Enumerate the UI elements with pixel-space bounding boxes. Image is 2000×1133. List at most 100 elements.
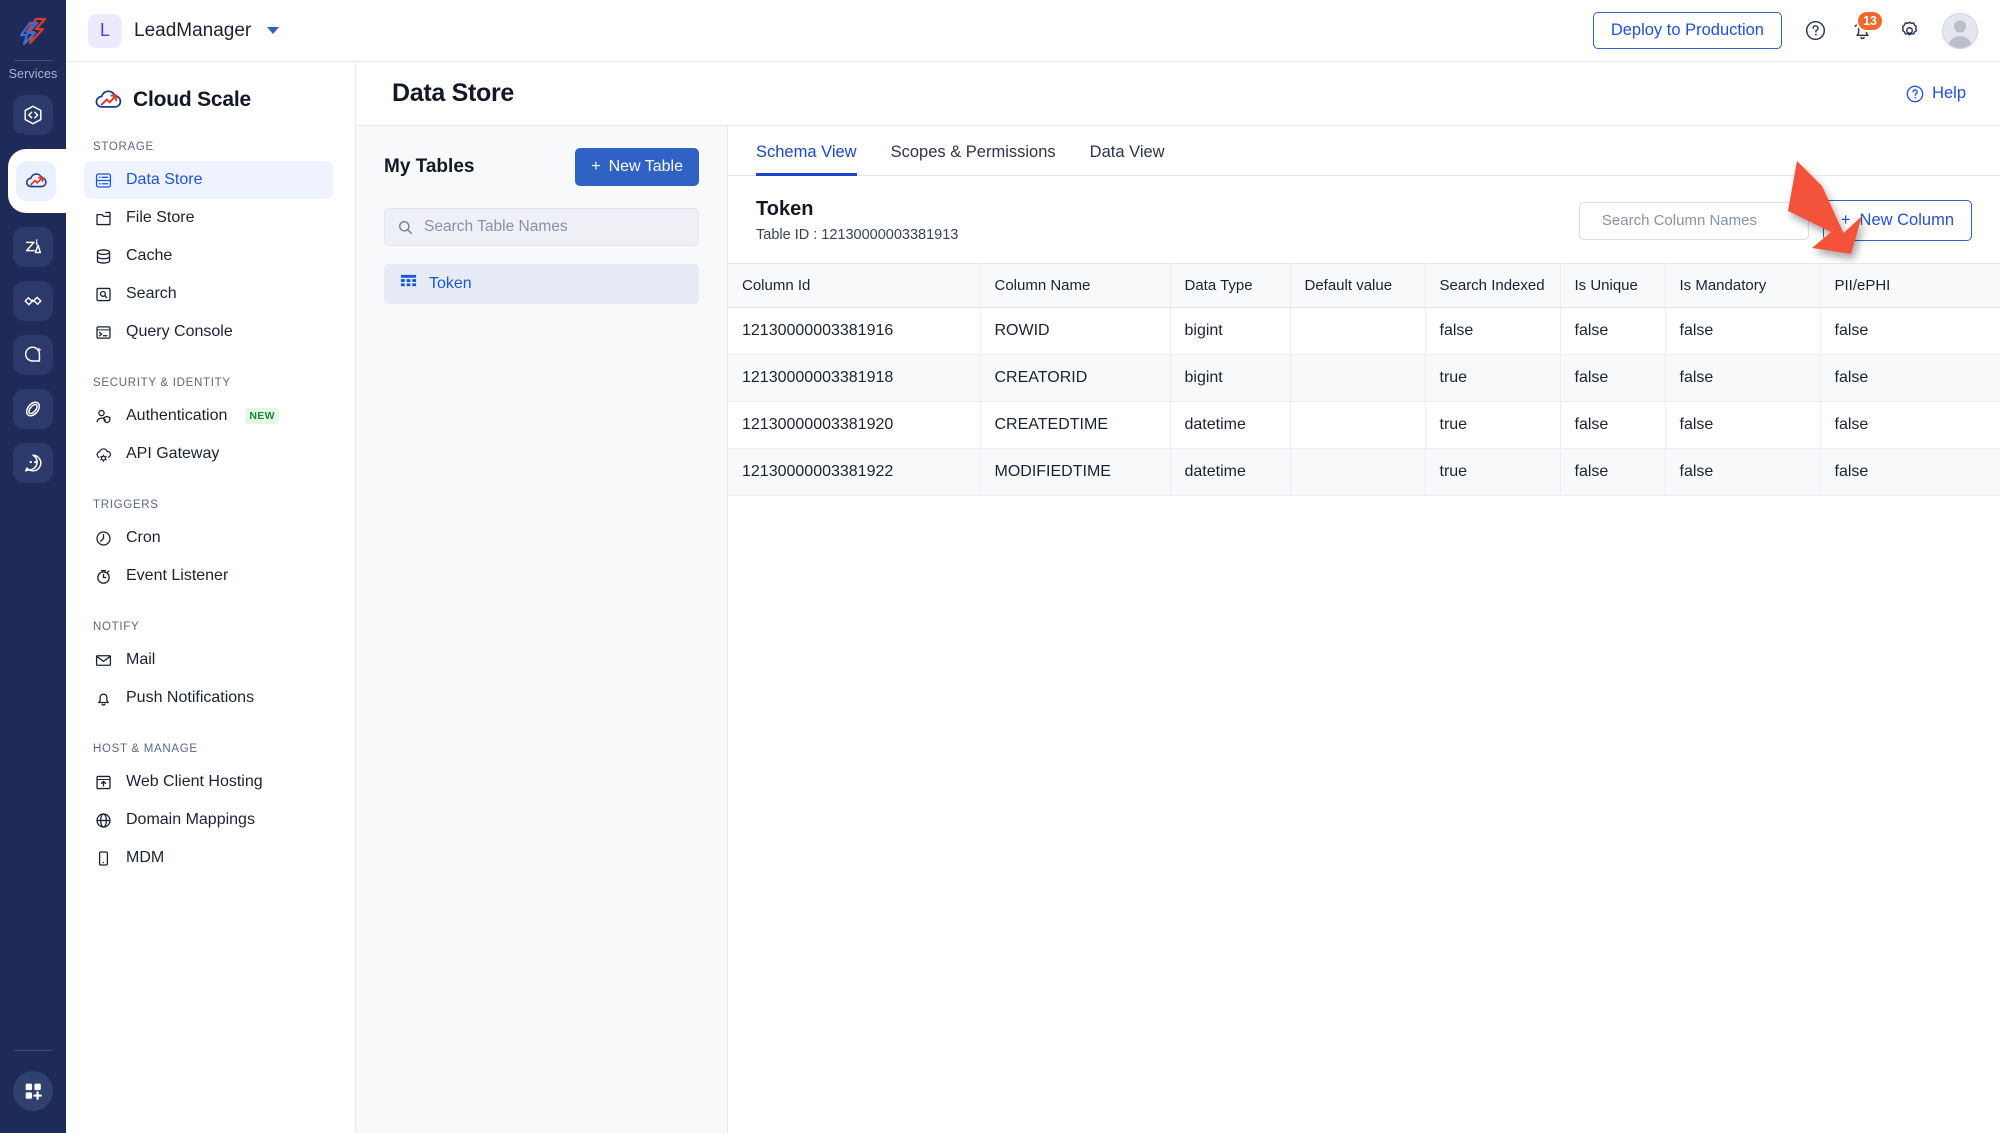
notifications-bell-icon[interactable]: 13 (1848, 9, 1884, 45)
plus-icon: + (1840, 211, 1851, 229)
rail-item-slate[interactable] (13, 389, 53, 429)
col-header-column-name[interactable]: Column Name (980, 263, 1171, 308)
new-table-button[interactable]: + New Table (575, 148, 699, 186)
sidebar-item-api-gateway[interactable]: API Gateway (84, 435, 333, 473)
plus-icon: + (591, 158, 601, 175)
cell-column-id: 12130000003381916 (728, 307, 981, 355)
cell-data-type: bigint (1170, 307, 1291, 355)
rail-item-connectors[interactable] (13, 281, 53, 321)
table-row[interactable]: 12130000003381918 CREATORID bigint true … (728, 354, 2000, 402)
col-header-default-value[interactable]: Default value (1290, 263, 1426, 308)
sidebar-item-label: MDM (126, 849, 165, 866)
schema-table: Column Id Column Name Data Type Default … (728, 263, 2000, 496)
tables-pane: My Tables + New Table Search Table Names… (356, 126, 728, 1133)
sidebar-item-mail[interactable]: Mail (84, 641, 333, 679)
cell-data-type: datetime (1170, 448, 1291, 496)
sidebar-item-label: Cron (126, 529, 161, 546)
tab-schema-view[interactable]: Schema View (756, 143, 857, 176)
table-row[interactable]: 12130000003381920 CREATEDTIME datetime t… (728, 401, 2000, 449)
cell-search-indexed: true (1425, 354, 1561, 402)
sidebar-item-authentication[interactable]: Authentication NEW (84, 397, 333, 435)
rail-item-chat-bot[interactable] (13, 443, 53, 483)
user-avatar[interactable] (1942, 12, 1978, 49)
rail-item-zia[interactable] (13, 227, 53, 267)
cell-is-unique: false (1560, 448, 1666, 496)
tab-scopes-permissions[interactable]: Scopes & Permissions (891, 143, 1056, 176)
sidebar-item-domain-mappings[interactable]: Domain Mappings (84, 801, 333, 839)
sidebar-item-event-listener[interactable]: Event Listener (84, 557, 333, 595)
cell-column-id: 12130000003381918 (728, 354, 981, 402)
folder-icon (93, 208, 113, 228)
cell-search-indexed: false (1425, 307, 1561, 355)
col-header-pii-ephi[interactable]: PII/ePHI (1820, 263, 2000, 308)
rail-item-catalyst-code[interactable] (13, 95, 53, 135)
cell-default-value (1290, 354, 1426, 402)
cell-pii-ephi: false (1820, 401, 2000, 449)
rail-bottom-divider (14, 1050, 52, 1051)
user-shield-icon (93, 406, 113, 426)
catalyst-logo[interactable] (8, 8, 58, 54)
rail-item-cloud-scale[interactable] (0, 133, 66, 229)
table-id-label: Table ID : 12130000003381913 (756, 227, 959, 243)
cell-default-value (1290, 307, 1426, 355)
table-name-title: Token (756, 198, 814, 220)
sidebar-item-label: Push Notifications (126, 689, 255, 706)
sidebar-item-label: Query Console (126, 323, 233, 340)
table-list-item-token[interactable]: Token (384, 264, 699, 304)
sidebar-item-file-store[interactable]: File Store (84, 199, 333, 237)
app-name-label: LeadManager (134, 19, 252, 41)
col-header-data-type[interactable]: Data Type (1170, 263, 1291, 308)
tables-header: My Tables + New Table (384, 148, 699, 186)
mobile-icon (93, 848, 113, 868)
sidebar-item-label: File Store (126, 209, 195, 226)
cell-is-mandatory: false (1665, 448, 1821, 496)
page-body: My Tables + New Table Search Table Names… (356, 126, 2000, 1133)
new-column-label: New Column (1859, 211, 1954, 229)
gear-icon[interactable] (1895, 17, 1923, 45)
cylinder-icon (93, 246, 113, 266)
page-header: Data Store Help (356, 62, 2000, 126)
app-switcher[interactable]: L LeadManager (88, 13, 280, 48)
sidebar-item-cron[interactable]: Cron (84, 519, 333, 557)
cell-pii-ephi: false (1820, 307, 2000, 355)
sidebar-item-label: Domain Mappings (126, 811, 255, 828)
detail-pane: Schema View Scopes & Permissions Data Vi… (728, 126, 2000, 1133)
top-bar: L LeadManager Deploy to Production 13 (66, 0, 2000, 62)
sidebar-item-data-store[interactable]: Data Store (84, 161, 333, 199)
new-column-button[interactable]: + New Column (1822, 200, 1972, 241)
table-row[interactable]: 12130000003381922 MODIFIEDTIME datetime … (728, 448, 2000, 496)
deploy-to-production-button[interactable]: Deploy to Production (1592, 12, 1782, 49)
help-link[interactable]: Help (1905, 84, 1966, 104)
column-search-box[interactable] (1578, 201, 1809, 240)
globe-icon (93, 810, 113, 830)
cell-column-name: ROWID (980, 307, 1171, 355)
table-search-box[interactable] (384, 208, 699, 246)
terminal-icon (93, 322, 113, 342)
sidebar-item-search[interactable]: Search (84, 275, 333, 313)
sidebar-item-query-console[interactable]: Query Console (84, 313, 333, 351)
sidebar-item-cache[interactable]: Cache (84, 237, 333, 275)
cell-column-id: 12130000003381920 (728, 401, 981, 449)
search-table-names-input[interactable] (424, 218, 686, 236)
page-container: Data Store Help My Tables + New Table Se… (356, 62, 2000, 1133)
detail-header: Token Table ID : 12130000003381913 + (728, 176, 2000, 263)
col-header-column-id[interactable]: Column Id (728, 263, 981, 308)
col-header-search-indexed[interactable]: Search Indexed (1425, 263, 1561, 308)
sidebar-item-label: Mail (126, 651, 156, 668)
search-column-names-input[interactable] (1601, 212, 1801, 229)
sidebar-item-push-notifications[interactable]: Push Notifications (84, 679, 333, 717)
cell-is-mandatory: false (1665, 307, 1821, 355)
nav-section-notify: NOTIFY (93, 621, 140, 633)
col-header-is-mandatory[interactable]: Is Mandatory (1665, 263, 1821, 308)
rail-item-quickml[interactable] (13, 335, 53, 375)
table-row[interactable]: 12130000003381916 ROWID bigint false fal… (728, 307, 2000, 355)
app-grid-add-icon[interactable] (13, 1071, 53, 1111)
help-circle-icon[interactable] (1801, 17, 1829, 45)
sidebar-item-mdm[interactable]: MDM (84, 839, 333, 877)
col-header-is-unique[interactable]: Is Unique (1560, 263, 1666, 308)
sidebar-item-web-client-hosting[interactable]: Web Client Hosting (84, 763, 333, 801)
sidebar-item-label: Authentication (126, 407, 228, 424)
chevron-down-icon[interactable] (267, 27, 280, 34)
tab-data-view[interactable]: Data View (1090, 143, 1165, 176)
table-header-row: Column Id Column Name Data Type Default … (728, 263, 2000, 308)
